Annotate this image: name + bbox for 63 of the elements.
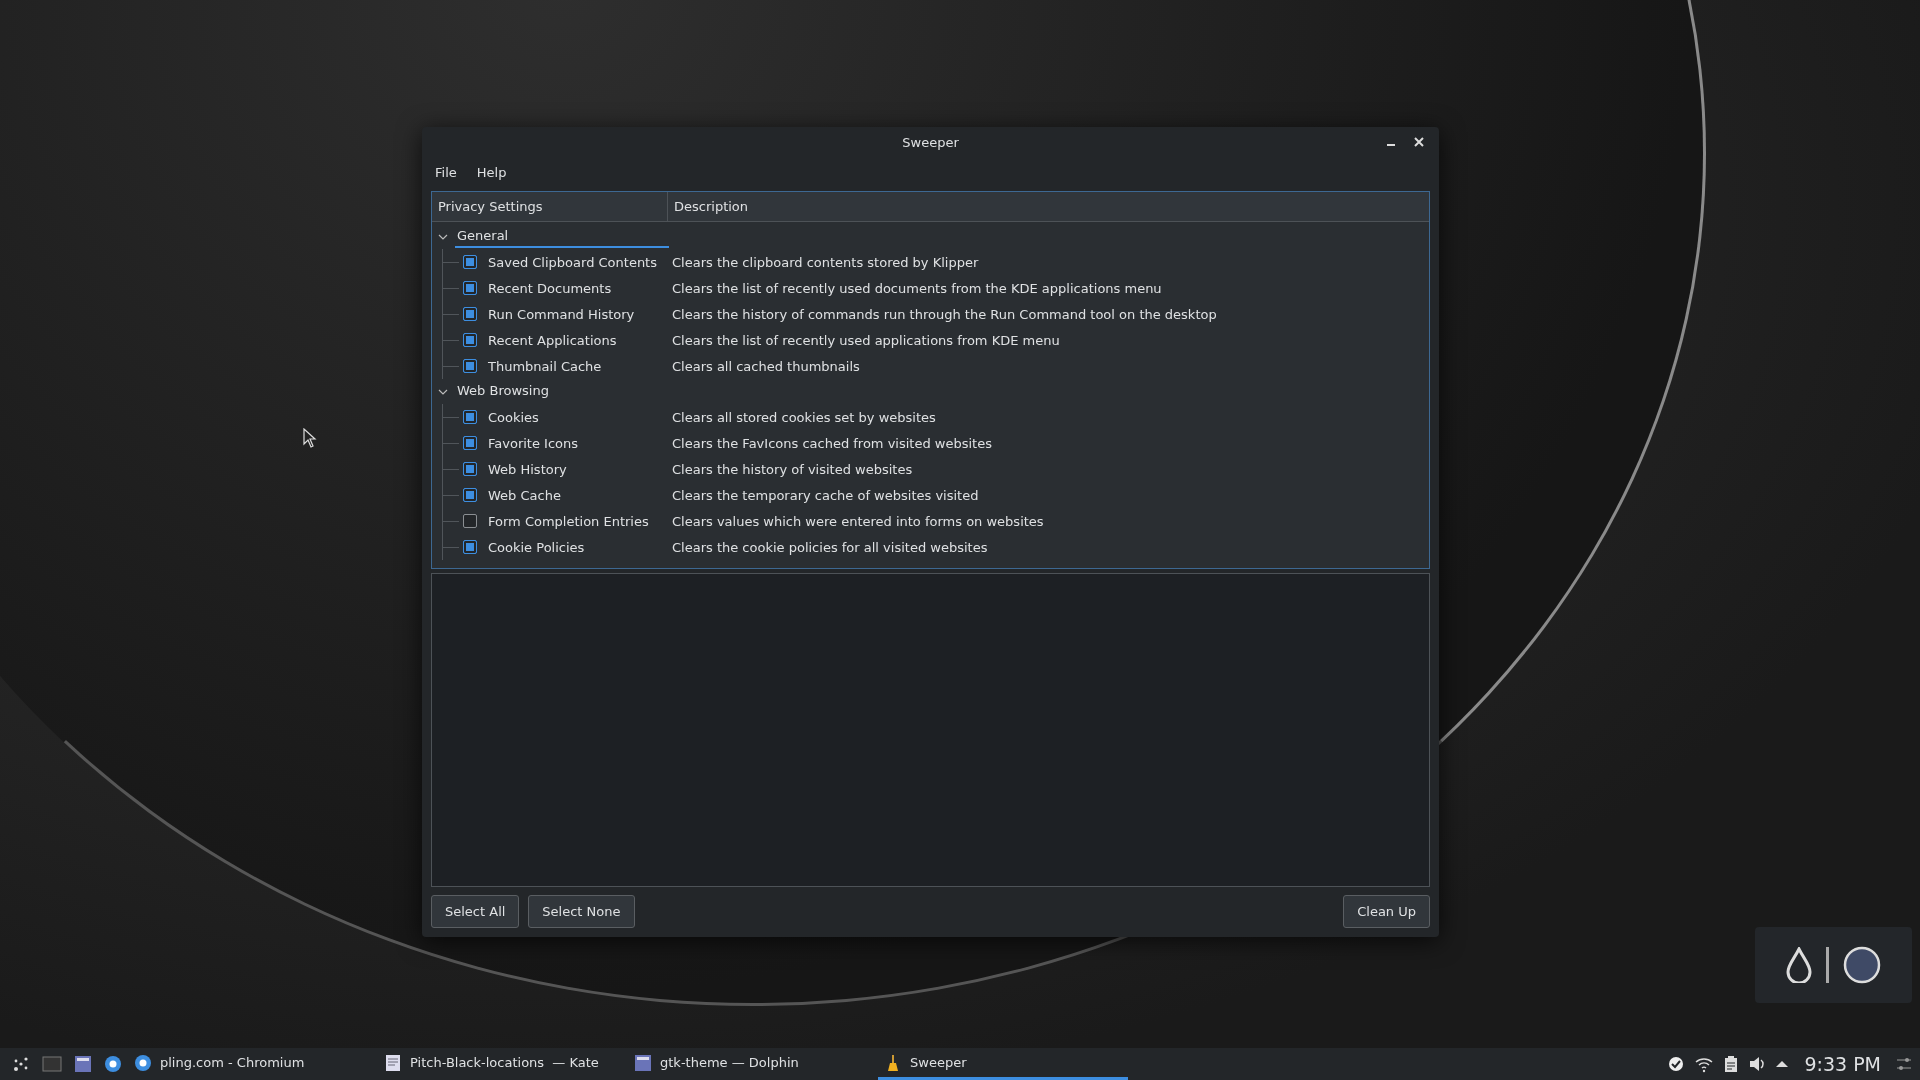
droplet-icon[interactable]: [1786, 947, 1812, 983]
checkbox[interactable]: [463, 488, 477, 502]
description-text: Clears the cookie policies for all visited websites: [672, 539, 988, 555]
setting-label[interactable]: Recent Applications: [488, 332, 617, 348]
setting-label[interactable]: Recent Documents: [488, 280, 612, 296]
checkbox[interactable]: [463, 255, 477, 269]
checkbox[interactable]: [463, 436, 477, 450]
setting-label[interactable]: Favorite Icons: [488, 435, 579, 451]
checkbox[interactable]: [463, 307, 477, 321]
checkbox[interactable]: [463, 359, 477, 373]
speaker-icon[interactable]: [1748, 1055, 1767, 1073]
column-header[interactable]: Description: [668, 192, 1429, 221]
folder-icon[interactable]: [74, 1055, 92, 1073]
clean-up-button[interactable]: Clean Up: [1343, 895, 1430, 928]
clock[interactable]: 9:33 PM: [1804, 1053, 1881, 1075]
checkbox[interactable]: [463, 333, 477, 347]
wifi-icon[interactable]: [1694, 1055, 1715, 1073]
menu-item[interactable]: File: [435, 162, 457, 182]
description-text: Clears the FavIcons cached from visited websites: [672, 435, 992, 451]
setting-label[interactable]: Saved Clipboard Contents: [488, 254, 657, 270]
window-title: Sweeper: [902, 134, 959, 150]
setting-label[interactable]: Web History: [488, 461, 567, 477]
taskbar-task[interactable]: Sweeper: [878, 1048, 1128, 1080]
description-text: Clears the list of recently used documents from the KDE applications menu: [672, 280, 1162, 296]
setting-label[interactable]: Cookie Policies: [488, 539, 585, 555]
setting-label[interactable]: Cookies: [488, 409, 539, 425]
browser-icon: [134, 1053, 152, 1072]
checkbox[interactable]: [463, 540, 477, 554]
setting-label[interactable]: Thumbnail Cache: [488, 358, 602, 374]
description-text: Clears values which were entered into forms on websites: [672, 513, 1044, 529]
sliders-icon[interactable]: [1896, 1056, 1912, 1072]
checkbox[interactable]: [463, 281, 477, 295]
button[interactable]: Select None: [528, 895, 635, 928]
checkbox[interactable]: [463, 410, 477, 424]
description-text: Clears all stored cookies set by websites: [672, 409, 936, 425]
menu-item[interactable]: Help: [476, 162, 507, 182]
circle-icon[interactable]: [1843, 946, 1881, 984]
description-text: Clears the history of visited websites: [672, 461, 913, 477]
mouse-pointer-icon: [303, 428, 317, 448]
column-header[interactable]: Privacy Settings: [432, 192, 668, 221]
description-text: Clears the clipboard contents stored by Klipper: [672, 254, 979, 270]
taskbar-task[interactable]: pling.com - Chromium: [128, 1048, 378, 1080]
caret-up-icon[interactable]: [1775, 1059, 1790, 1069]
setting-label[interactable]: Form Completion Entries: [488, 513, 649, 529]
folder-icon: [634, 1053, 652, 1072]
launcher-icon[interactable]: [12, 1055, 30, 1073]
tree-group-label[interactable]: Web Browsing: [455, 380, 669, 403]
checkbox[interactable]: [463, 514, 477, 528]
button[interactable]: Select All: [431, 895, 520, 928]
setting-label[interactable]: Run Command History: [488, 306, 635, 322]
description-text: Clears all cached thumbnails: [672, 358, 860, 374]
tree-group-label[interactable]: General: [455, 225, 669, 248]
browser-icon[interactable]: [104, 1055, 122, 1073]
checkbox[interactable]: [463, 462, 477, 476]
description-text: Clears the history of commands run through the Run Command tool on the desktop: [672, 306, 1217, 322]
description-text: Clears the list of recently used applications from KDE menu: [672, 332, 1060, 348]
close-icon[interactable]: [1414, 137, 1424, 147]
setting-label[interactable]: Web Cache: [488, 487, 561, 503]
taskbar-task[interactable]: gtk-theme — Dolphin: [628, 1048, 878, 1080]
document-icon: [384, 1053, 402, 1072]
taskbar-task[interactable]: Pitch-Black-locations — Kate: [378, 1048, 628, 1080]
description-text: Clears the temporary cache of websites visited: [672, 487, 979, 503]
clipboard-icon[interactable]: [1723, 1055, 1740, 1073]
